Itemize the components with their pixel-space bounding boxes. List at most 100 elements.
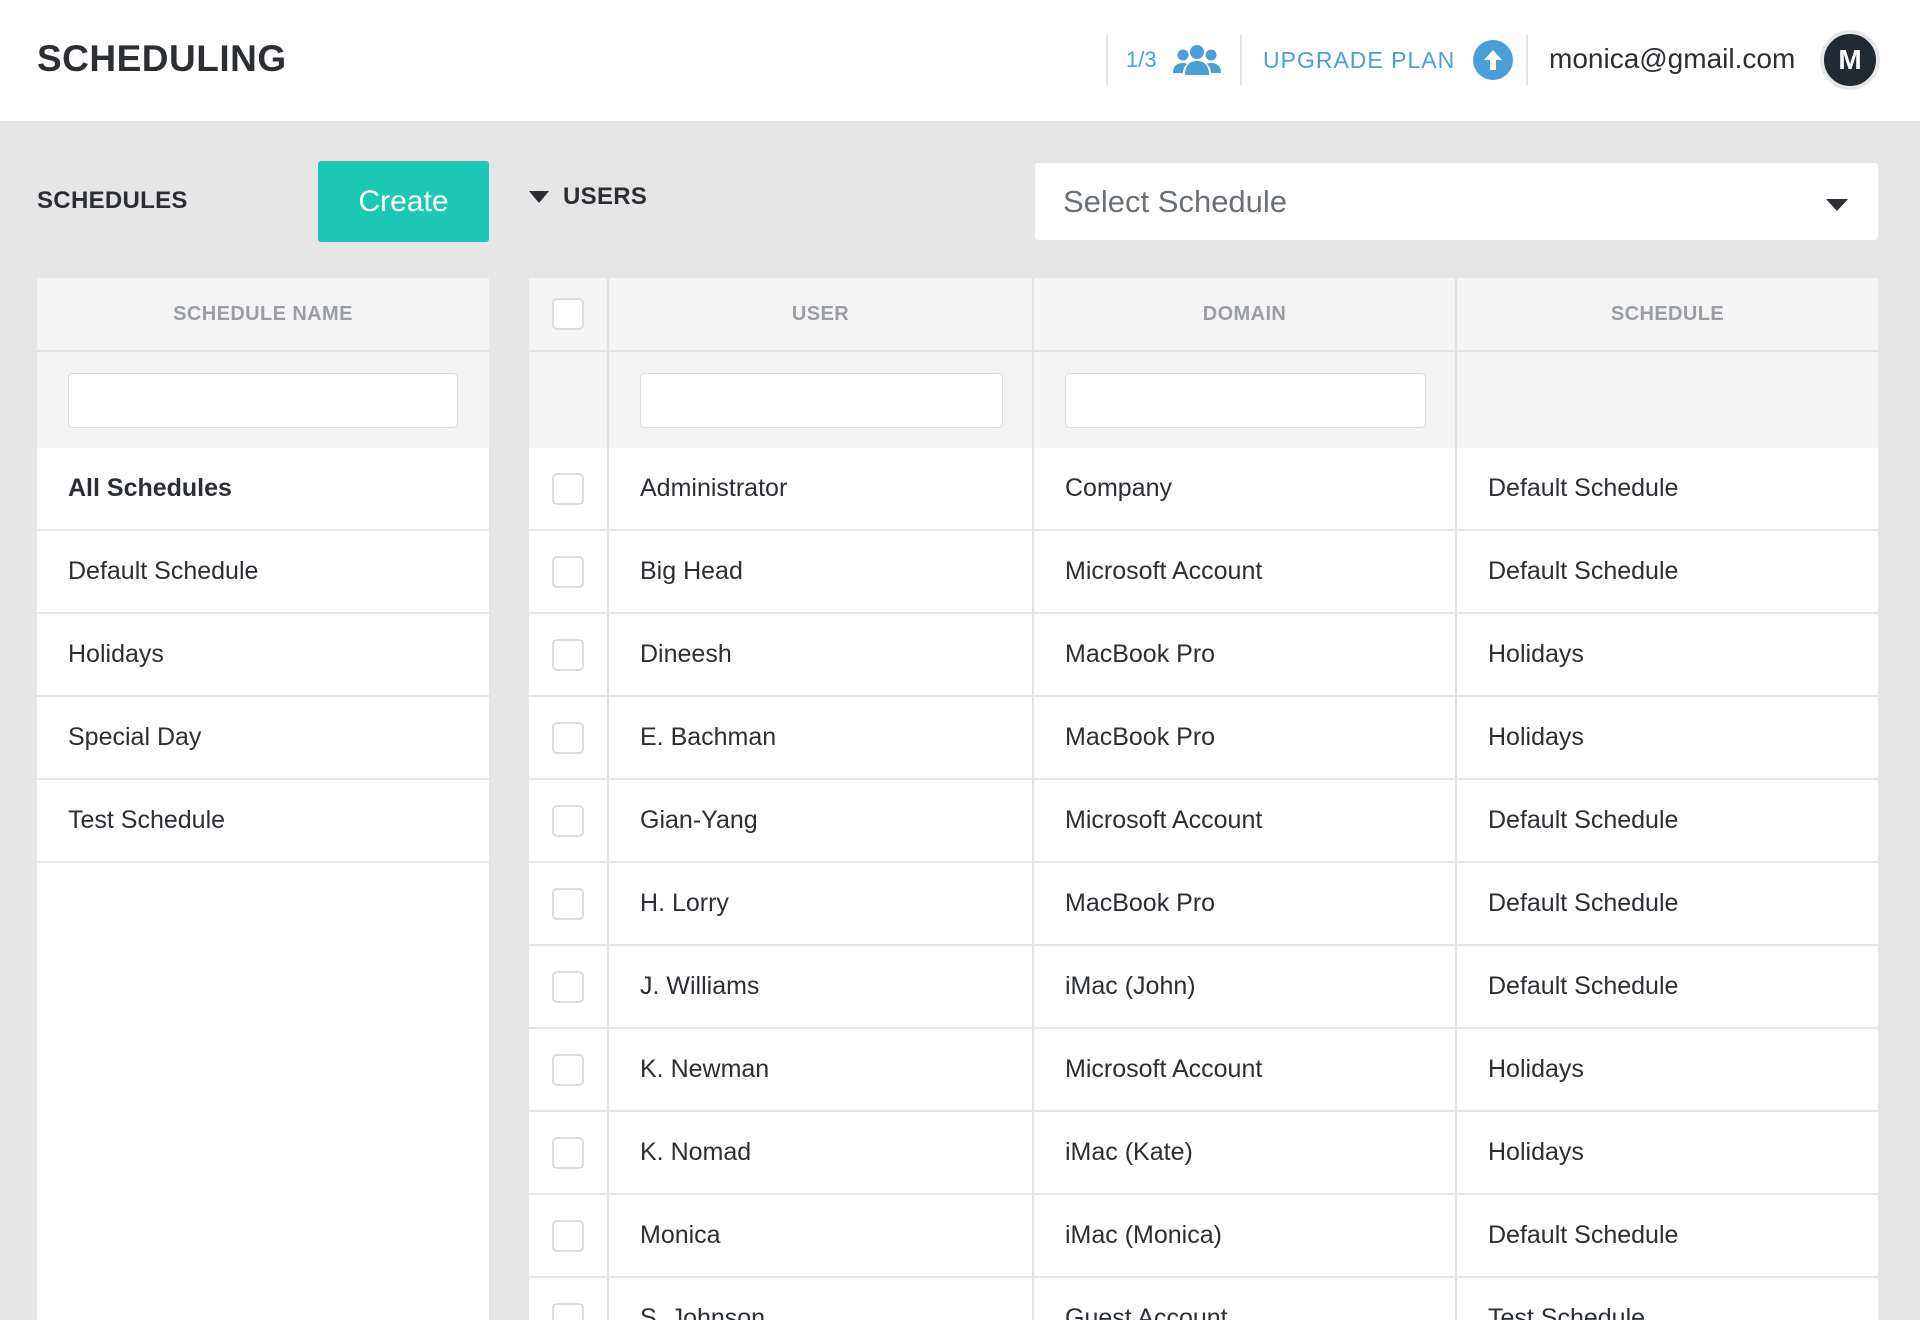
select-all-cell	[529, 278, 609, 350]
page-title: SCHEDULING	[37, 38, 287, 79]
user-cell: H. Lorry	[609, 863, 1034, 944]
user-cell: Monica	[609, 1195, 1034, 1276]
schedule-list-item[interactable]: Test Schedule	[37, 780, 489, 863]
users-section-toggle[interactable]: USERS	[529, 183, 647, 211]
schedule-cell: Default Schedule	[1488, 889, 1679, 917]
user-cell: Administrator	[609, 448, 1034, 529]
row-select-cell	[529, 780, 609, 861]
schedules-list: All Schedules Default Schedule Holidays Spe…	[37, 448, 489, 863]
domain-cell: Guest Account	[1034, 1278, 1457, 1320]
domain-filter-input[interactable]	[1065, 372, 1426, 428]
table-row[interactable]: S. Johnson Guest Account Test Schedule	[529, 1278, 1878, 1320]
user-cell: Big Head	[609, 531, 1034, 612]
table-row[interactable]: J. Williams iMac (John) Default Schedule	[529, 946, 1878, 1029]
row-checkbox[interactable]	[552, 970, 584, 1003]
domain-cell: Company	[1034, 448, 1457, 529]
row-select-cell	[529, 1112, 609, 1193]
schedule-name-filter-input[interactable]	[68, 372, 458, 428]
table-row[interactable]: H. Lorry MacBook Pro Default Schedule	[529, 863, 1878, 946]
user-cell: E. Bachman	[609, 697, 1034, 778]
row-select-cell	[529, 1195, 609, 1276]
users-section-title: USERS	[563, 183, 648, 210]
domain-cell: Microsoft Account	[1034, 780, 1457, 861]
schedule-cell: Holidays	[1488, 640, 1584, 668]
row-select-cell	[529, 1029, 609, 1110]
row-checkbox[interactable]	[552, 1219, 584, 1252]
user-cell: Dineesh	[609, 614, 1034, 695]
schedule-list-item[interactable]: All Schedules	[37, 448, 489, 531]
table-row[interactable]: K. Nomad iMac (Kate) Holidays	[529, 1112, 1878, 1195]
schedule-list-item[interactable]: Holidays	[37, 614, 489, 697]
create-schedule-button[interactable]: Create	[318, 161, 489, 242]
user-filter-input[interactable]	[640, 372, 1003, 428]
domain-cell: MacBook Pro	[1034, 614, 1457, 695]
row-checkbox[interactable]	[552, 472, 584, 505]
table-row[interactable]: Monica iMac (Monica) Default Schedule	[529, 1195, 1878, 1278]
table-row[interactable]: E. Bachman MacBook Pro Holidays	[529, 697, 1878, 780]
users-group-icon	[1172, 43, 1221, 77]
schedule-name-column-header: SCHEDULE NAME	[37, 278, 489, 352]
row-select-cell	[529, 946, 609, 1027]
schedule-cell: Default Schedule	[1488, 972, 1679, 1000]
user-email[interactable]: monica@gmail.com	[1549, 43, 1795, 75]
users-table-header: USER DOMAIN SCHEDULE	[529, 278, 1878, 352]
user-cell: K. Newman	[609, 1029, 1034, 1110]
row-checkbox[interactable]	[552, 555, 584, 588]
row-select-cell	[529, 1278, 609, 1320]
schedule-cell: Default Schedule	[1488, 806, 1679, 834]
user-cell: J. Williams	[609, 946, 1034, 1027]
row-select-cell	[529, 448, 609, 529]
domain-cell: MacBook Pro	[1034, 697, 1457, 778]
seats-count: 1/3	[1126, 47, 1157, 72]
domain-cell: Microsoft Account	[1034, 1029, 1457, 1110]
row-checkbox[interactable]	[552, 1053, 584, 1086]
table-row[interactable]: Gian-Yang Microsoft Account Default Schedu…	[529, 780, 1878, 863]
schedule-select-placeholder: Select Schedule	[1063, 183, 1288, 219]
user-cell: Gian-Yang	[609, 780, 1034, 861]
row-checkbox[interactable]	[552, 721, 584, 754]
arrow-up-circle-icon	[1473, 40, 1514, 80]
user-cell: K. Nomad	[609, 1112, 1034, 1193]
row-checkbox[interactable]	[552, 1302, 584, 1320]
seats-indicator[interactable]: 1/3	[1126, 42, 1221, 78]
domain-cell: iMac (Kate)	[1034, 1112, 1457, 1193]
schedule-cell: Default Schedule	[1488, 474, 1679, 502]
chevron-down-icon	[1826, 184, 1848, 220]
header-divider	[1240, 35, 1242, 85]
user-cell: S. Johnson	[609, 1278, 1034, 1320]
row-select-cell	[529, 697, 609, 778]
users-table: USER DOMAIN SCHEDULE Administrator Compan…	[529, 278, 1878, 1320]
schedule-cell: Test Schedule	[1488, 1304, 1646, 1320]
schedule-cell: Holidays	[1488, 1055, 1584, 1083]
user-column-header[interactable]: USER	[609, 278, 1034, 350]
row-checkbox[interactable]	[552, 1136, 584, 1169]
users-filter-row	[529, 352, 1878, 448]
schedule-list-item[interactable]: Special Day	[37, 697, 489, 780]
schedule-filter-cell	[1457, 352, 1878, 448]
schedule-select[interactable]: Select Schedule	[1035, 163, 1878, 240]
header-divider	[1526, 35, 1528, 85]
row-checkbox[interactable]	[552, 638, 584, 671]
table-row[interactable]: Big Head Microsoft Account Default Schedul…	[529, 531, 1878, 614]
header-divider	[1106, 35, 1108, 85]
table-row[interactable]: K. Newman Microsoft Account Holidays	[529, 1029, 1878, 1112]
domain-column-header[interactable]: DOMAIN	[1034, 278, 1457, 350]
select-all-checkbox[interactable]	[552, 298, 584, 330]
schedule-cell: Holidays	[1488, 1138, 1584, 1166]
schedules-list-panel: SCHEDULE NAME All Schedules Default Sched…	[37, 278, 489, 1320]
row-select-cell	[529, 531, 609, 612]
upgrade-plan-button[interactable]: UPGRADE PLAN	[1263, 38, 1514, 82]
upgrade-plan-label: UPGRADE PLAN	[1263, 46, 1456, 73]
schedule-cell: Default Schedule	[1488, 1221, 1679, 1249]
avatar[interactable]: M	[1820, 30, 1880, 90]
row-checkbox[interactable]	[552, 887, 584, 920]
row-select-cell	[529, 614, 609, 695]
row-checkbox[interactable]	[552, 804, 584, 837]
top-bar: SCHEDULING 1/3 UPGRADE PLAN monica@gmail…	[0, 0, 1920, 121]
schedule-list-item[interactable]: Default Schedule	[37, 531, 489, 614]
table-row[interactable]: Dineesh MacBook Pro Holidays	[529, 614, 1878, 697]
schedule-column-header[interactable]: SCHEDULE	[1457, 278, 1878, 350]
users-table-body: Administrator Company Default Schedule Big …	[529, 448, 1878, 1320]
user-filter-cell	[609, 352, 1034, 448]
table-row[interactable]: Administrator Company Default Schedule	[529, 448, 1878, 531]
